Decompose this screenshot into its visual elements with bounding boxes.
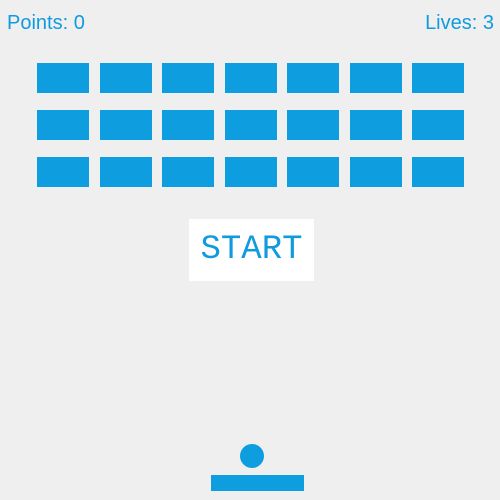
brick	[99, 110, 152, 140]
brick	[412, 110, 464, 140]
brick	[162, 63, 214, 93]
brick	[349, 157, 402, 187]
brick	[412, 63, 464, 93]
brick	[287, 110, 339, 140]
brick	[224, 63, 277, 93]
start-button[interactable]: START	[189, 219, 314, 281]
paddle[interactable]	[211, 475, 304, 491]
points-counter: Points: 0	[7, 12, 85, 34]
lives-counter: Lives: 3	[425, 12, 494, 34]
brick	[224, 110, 277, 140]
brick	[412, 157, 464, 187]
brick	[349, 110, 402, 140]
brick	[99, 63, 152, 93]
ball	[240, 444, 264, 468]
brick	[287, 157, 339, 187]
brick	[162, 110, 214, 140]
brick	[37, 157, 89, 187]
brick	[349, 63, 402, 93]
brick	[99, 157, 152, 187]
brick	[37, 110, 89, 140]
brick	[287, 63, 339, 93]
brick	[37, 63, 89, 93]
brick	[162, 157, 214, 187]
brick	[224, 157, 277, 187]
brick-wall	[37, 63, 465, 187]
game-canvas[interactable]: Points: 0 Lives: 3 START	[0, 0, 500, 500]
